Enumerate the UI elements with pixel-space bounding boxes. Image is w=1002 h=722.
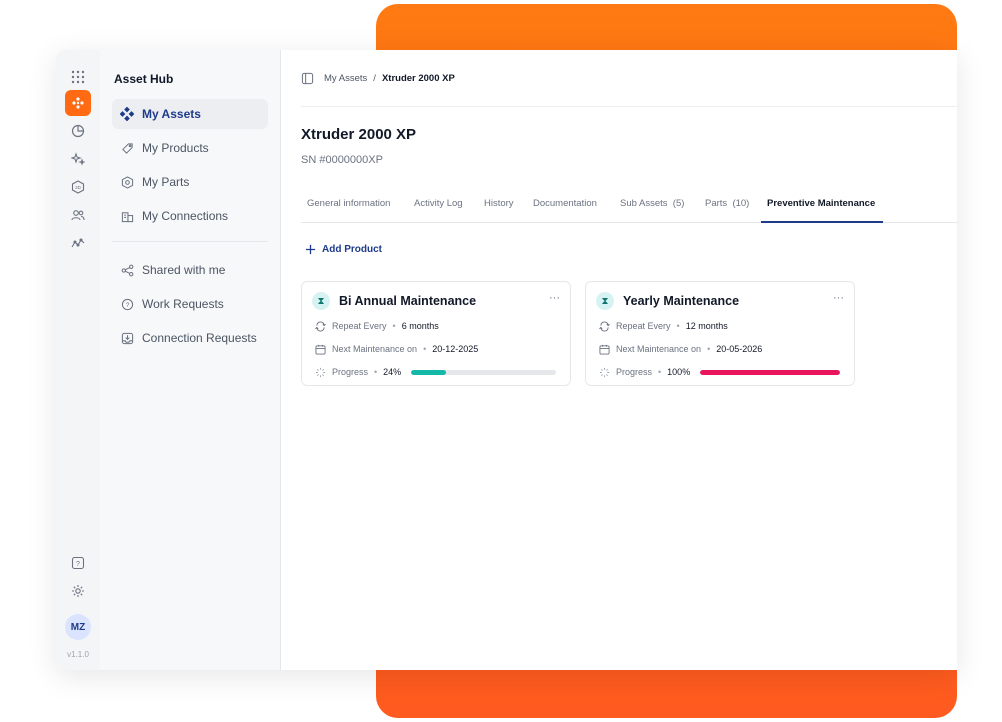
breadcrumb: My Assets / Xtruder 2000 XP bbox=[301, 72, 455, 85]
repeat-icon bbox=[314, 320, 326, 332]
sidebar-item-connection-requests[interactable]: Connection Requests bbox=[112, 323, 268, 353]
question-circle-icon: ? bbox=[120, 297, 134, 311]
more-options-icon[interactable]: ··· bbox=[833, 292, 844, 304]
repeat-row: Repeat Every • 6 months bbox=[314, 320, 439, 332]
card-title: Yearly Maintenance bbox=[623, 294, 740, 308]
sidebar: Asset Hub My Assets My Products My Parts… bbox=[100, 50, 281, 670]
sidebar-item-my-parts[interactable]: My Parts bbox=[112, 167, 268, 197]
share-icon bbox=[120, 263, 134, 277]
next-maintenance-label: Next Maintenance on bbox=[616, 344, 702, 354]
svg-text:3D: 3D bbox=[75, 185, 82, 190]
maintenance-card[interactable]: ⧗ Bi Annual Maintenance ··· Repeat Every… bbox=[301, 281, 571, 386]
progress-row: Progress • 24% bbox=[314, 366, 557, 378]
more-options-icon[interactable]: ··· bbox=[549, 292, 560, 304]
add-product-label: Add Product bbox=[322, 244, 382, 255]
sparkles-icon[interactable] bbox=[65, 146, 91, 172]
add-product-button[interactable]: Add Product bbox=[305, 244, 382, 255]
progress-value: 24% bbox=[383, 367, 402, 377]
sidebar-toggle-icon[interactable] bbox=[301, 72, 314, 85]
analytics-icon[interactable] bbox=[65, 230, 91, 256]
serial-number: SN #0000000XP bbox=[301, 154, 383, 166]
next-maintenance-row: Next Maintenance on • 20-12-2025 bbox=[314, 343, 478, 355]
users-icon[interactable] bbox=[65, 202, 91, 228]
pie-chart-icon[interactable] bbox=[65, 118, 91, 144]
hexagon-icon bbox=[120, 175, 134, 189]
progress-bar bbox=[700, 369, 841, 375]
svg-text:?: ? bbox=[125, 301, 129, 308]
avatar[interactable]: MZ bbox=[65, 614, 91, 640]
progress-row: Progress • 100% bbox=[598, 366, 841, 378]
version-label: v1.1.0 bbox=[67, 650, 89, 659]
sidebar-item-label: Connection Requests bbox=[142, 331, 257, 345]
sidebar-divider bbox=[112, 241, 268, 242]
breadcrumb-current: Xtruder 2000 XP bbox=[381, 73, 455, 84]
tab-preventive-maintenance[interactable]: Preventive Maintenance bbox=[767, 198, 875, 209]
active-tab-indicator bbox=[761, 221, 883, 223]
repeat-value: 6 months bbox=[401, 321, 439, 331]
header-divider bbox=[301, 106, 957, 107]
sidebar-item-label: My Assets bbox=[142, 107, 201, 121]
app-window: 3D ? MZ v1.1.0 Asset Hub My Assets My Pr… bbox=[56, 50, 957, 670]
repeat-icon bbox=[598, 320, 610, 332]
sidebar-item-label: Work Requests bbox=[142, 297, 224, 311]
next-maintenance-row: Next Maintenance on • 20-05-2026 bbox=[598, 343, 762, 355]
hourglass-icon: ⧗ bbox=[312, 292, 330, 310]
progress-fill bbox=[700, 369, 841, 375]
building-icon bbox=[120, 209, 134, 223]
progress-bar bbox=[411, 369, 557, 375]
hourglass-icon: ⧗ bbox=[596, 292, 614, 310]
sidebar-item-work-requests[interactable]: ? Work Requests bbox=[112, 289, 268, 319]
sidebar-item-label: My Parts bbox=[142, 175, 190, 189]
plus-icon bbox=[305, 244, 316, 255]
loader-icon bbox=[598, 366, 610, 378]
asset-hub-icon[interactable] bbox=[65, 90, 91, 116]
sidebar-item-label: My Products bbox=[142, 141, 209, 155]
settings-icon[interactable] bbox=[65, 578, 91, 604]
page-title: Xtruder 2000 XP bbox=[301, 126, 417, 143]
breadcrumb-parent[interactable]: My Assets bbox=[324, 73, 367, 84]
card-title: Bi Annual Maintenance bbox=[339, 294, 477, 308]
sidebar-item-my-products[interactable]: My Products bbox=[112, 133, 268, 163]
icon-rail: 3D ? MZ v1.1.0 bbox=[56, 50, 101, 670]
tab-sub-assets[interactable]: Sub Assets (5) bbox=[620, 198, 684, 209]
repeat-label: Repeat Every bbox=[616, 321, 671, 331]
repeat-label: Repeat Every bbox=[332, 321, 387, 331]
main-content: My Assets / Xtruder 2000 XP Xtruder 2000… bbox=[281, 50, 957, 670]
tab-activity-log[interactable]: Activity Log bbox=[414, 198, 463, 209]
tab-documentation[interactable]: Documentation bbox=[533, 198, 597, 209]
sidebar-item-label: Shared with me bbox=[142, 263, 226, 277]
calendar-icon bbox=[314, 343, 326, 355]
sidebar-title: Asset Hub bbox=[114, 72, 174, 86]
loader-icon bbox=[314, 366, 326, 378]
repeat-value: 12 months bbox=[685, 321, 728, 331]
calendar-icon bbox=[598, 343, 610, 355]
diamond-cluster-icon bbox=[120, 107, 134, 121]
tab-history[interactable]: History bbox=[484, 198, 514, 209]
progress-fill bbox=[411, 369, 446, 375]
svg-text:?: ? bbox=[76, 561, 80, 568]
progress-value: 100% bbox=[667, 367, 691, 377]
tag-icon bbox=[120, 141, 134, 155]
tab-bar: General information Activity Log History… bbox=[301, 190, 957, 223]
help-icon[interactable]: ? bbox=[65, 550, 91, 576]
inbox-icon bbox=[120, 331, 134, 345]
breadcrumb-separator: / bbox=[373, 73, 376, 84]
next-maintenance-value: 20-12-2025 bbox=[432, 344, 479, 354]
tab-parts[interactable]: Parts (10) bbox=[705, 198, 749, 209]
progress-label: Progress bbox=[616, 367, 653, 377]
sidebar-item-label: My Connections bbox=[142, 209, 229, 223]
apps-grid-icon[interactable] bbox=[65, 64, 91, 90]
sidebar-item-my-connections[interactable]: My Connections bbox=[112, 201, 268, 231]
next-maintenance-value: 20-05-2026 bbox=[716, 344, 763, 354]
sidebar-item-shared-with-me[interactable]: Shared with me bbox=[112, 255, 268, 285]
3d-icon[interactable]: 3D bbox=[65, 174, 91, 200]
maintenance-card[interactable]: ⧗ Yearly Maintenance ··· Repeat Every • … bbox=[585, 281, 855, 386]
repeat-row: Repeat Every • 12 months bbox=[598, 320, 728, 332]
next-maintenance-label: Next Maintenance on bbox=[332, 344, 418, 354]
progress-label: Progress bbox=[332, 367, 369, 377]
tab-general-information[interactable]: General information bbox=[307, 198, 390, 209]
sidebar-item-my-assets[interactable]: My Assets bbox=[112, 99, 268, 129]
